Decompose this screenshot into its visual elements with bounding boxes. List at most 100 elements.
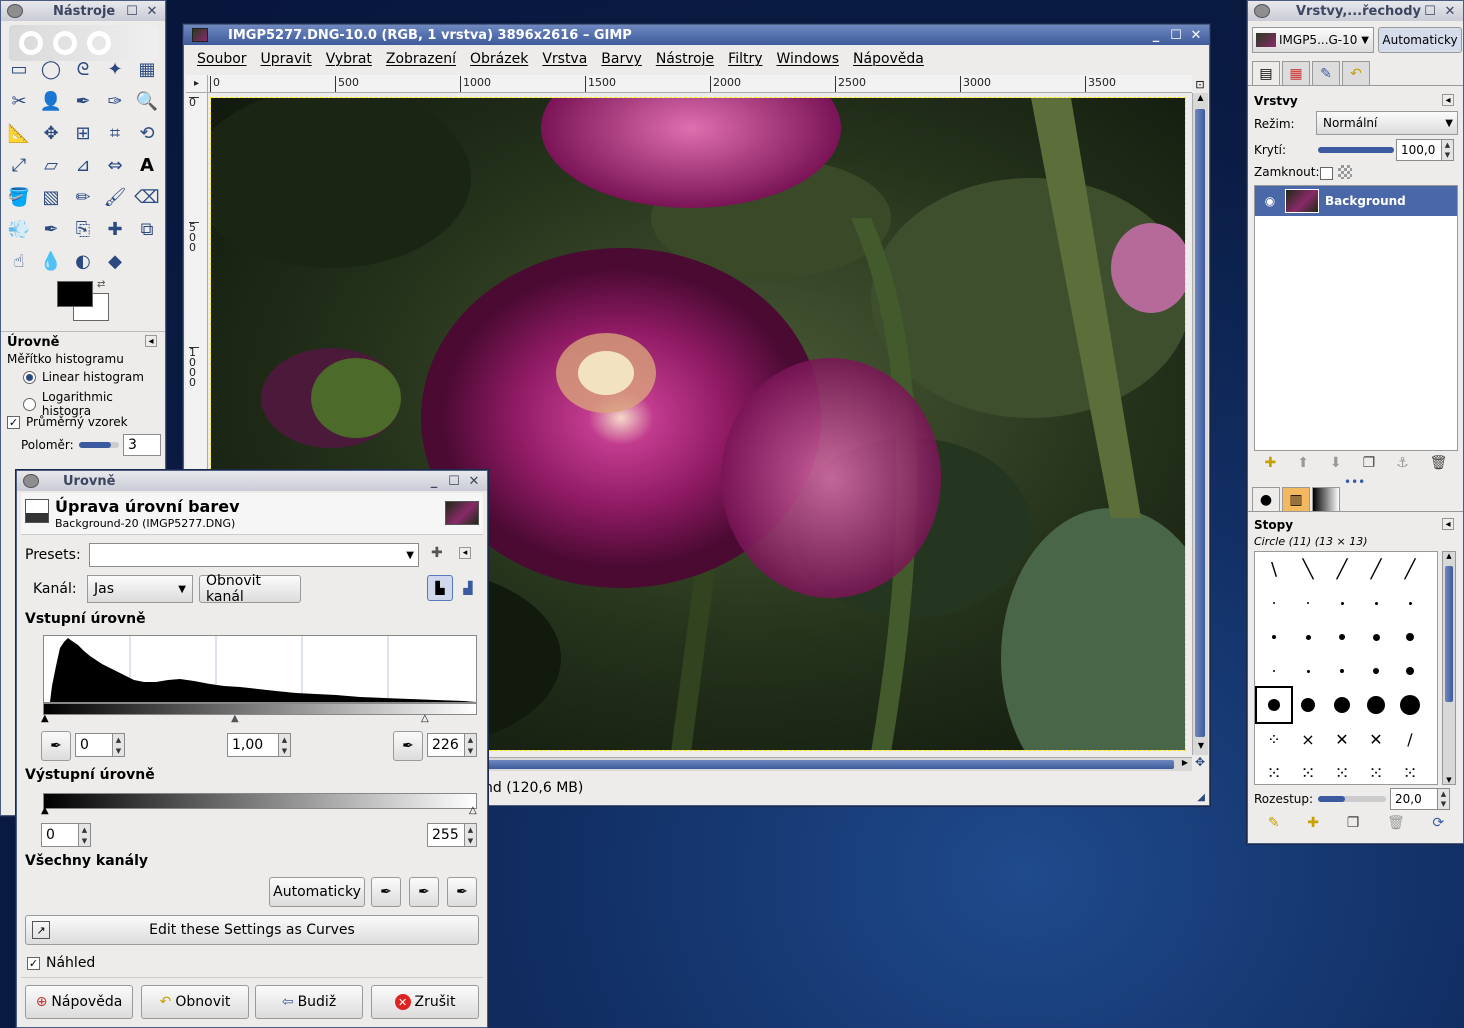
move-tool-icon[interactable]: ✥ [35,117,67,149]
configure-tab-icon[interactable]: ◂ [145,335,157,347]
layers-tab-icon[interactable]: ▤ [1252,61,1280,85]
brush-cell[interactable] [1325,654,1359,688]
brush-cell[interactable]: ∕ [1393,722,1427,756]
opacity-slider[interactable] [1318,147,1394,153]
airbrush-tool-icon[interactable]: 💨 [3,213,35,245]
measure-tool-icon[interactable]: 📐 [3,117,35,149]
rotate-tool-icon[interactable]: ⟲ [131,117,163,149]
zoom-lock-icon[interactable]: ⊡ [1192,75,1208,93]
toolbox-titlebar[interactable]: Nástroje ☐ ✕ [1,1,165,21]
perspective-tool-icon[interactable]: ⊿ [67,149,99,181]
brush-cell[interactable]: ⁙ [1325,756,1359,784]
sample-average-checkbox[interactable]: ✓ Průměrný vzorek [7,415,128,429]
input-low-spin[interactable]: 0 ▲ ▼ [75,733,125,757]
close-icon[interactable]: ✕ [1189,28,1203,42]
brush-cell[interactable]: ✕ [1359,722,1393,756]
anchor-layer-icon[interactable]: ⚓ [1396,455,1409,471]
input-high-handle-icon[interactable]: △ [421,713,429,724]
brush-cell[interactable] [1325,620,1359,654]
help-button[interactable]: ⊕ Nápověda [25,985,133,1019]
configure-tab-icon[interactable]: ◂ [1442,94,1454,106]
menu-item-2[interactable]: Vybrat [319,51,379,67]
resize-grip-icon[interactable]: ◢ [1197,792,1205,803]
add-preset-icon[interactable]: ✚ [431,545,443,561]
blur-tool-icon[interactable]: 💧 [35,245,67,277]
navigate-icon[interactable]: ✥ [1192,755,1208,771]
white-point-picker-icon[interactable]: ✒ [393,731,423,761]
image-titlebar[interactable]: IMGP5277.DNG-10.0 (RGB, 1 vrstva) 3896x2… [184,25,1209,45]
input-high-spin[interactable]: 226 ▲ ▼ [427,733,477,757]
brush-cell[interactable]: × [1291,722,1325,756]
menu-item-5[interactable]: Vrstva [535,51,594,67]
preset-menu-icon[interactable]: ◂ [459,547,471,559]
bucket-fill-tool-icon[interactable]: 🪣 [3,181,35,213]
undo-tab-icon[interactable]: ↶ [1342,61,1370,85]
eye-icon[interactable]: ◉ [1255,194,1285,208]
clone-tool-icon[interactable]: ⎘ [67,213,99,245]
brush-cell[interactable]: ╲ [1291,552,1325,586]
brush-cell[interactable] [1291,620,1325,654]
fg-color-swatch[interactable] [57,281,93,307]
align-tool-icon[interactable]: ⊞ [67,117,99,149]
duplicate-layer-icon[interactable]: ❐ [1363,455,1376,471]
brush-cell[interactable]: ⁙ [1291,756,1325,784]
brush-cell[interactable] [1359,586,1393,620]
linear-histogram-icon[interactable]: ▙ [427,575,453,601]
output-low-handle-icon[interactable]: ▲ [41,805,49,816]
ruler-corner[interactable]: ▸ [186,75,208,93]
layers-dock-titlebar[interactable]: Vrstvy,...řechody ☐ ✕ [1248,1,1463,21]
radius-input[interactable]: 3 [123,434,161,456]
ellipse-select-tool-icon[interactable]: ◯ [35,53,67,85]
text-tool-icon[interactable]: A [131,149,163,181]
brush-cell[interactable]: ⁘ [1257,722,1291,756]
mode-select[interactable]: Normální ▼ [1316,111,1458,135]
heal-tool-icon[interactable]: ✚ [99,213,131,245]
maximize-icon[interactable]: ☐ [1423,4,1437,18]
opacity-input[interactable]: 100,0 ▲ ▼ [1396,139,1454,161]
brush-cell[interactable] [1393,688,1427,722]
channels-tab-icon[interactable]: ▦ [1282,61,1310,85]
spacing-input[interactable]: 20,0 ▲ ▼ [1390,788,1450,810]
input-low-handle-icon[interactable]: ▲ [41,713,49,724]
gradients-tab-icon[interactable] [1312,487,1340,511]
raise-layer-icon[interactable]: ⬆ [1297,455,1309,471]
scale-tool-icon[interactable]: ⤢ [3,149,35,181]
brushes-tab-icon[interactable]: ● [1252,487,1280,511]
free-select-tool-icon[interactable]: ᘓ [67,53,99,85]
duplicate-brush-icon[interactable]: ❐ [1347,815,1360,831]
crop-tool-icon[interactable]: ⌗ [99,117,131,149]
close-icon[interactable]: ✕ [1443,4,1457,18]
patterns-tab-icon[interactable]: ▥ [1282,487,1310,511]
brush-cell[interactable] [1291,654,1325,688]
lock-checkbox[interactable] [1320,167,1333,180]
levels-titlebar[interactable]: Úrovně _ ☐ ✕ [17,471,487,491]
brush-cell[interactable] [1255,686,1293,724]
brush-cell[interactable] [1359,688,1393,722]
convolve-tool-icon[interactable]: ◆ [99,245,131,277]
ok-button[interactable]: ⇦ Budiž [255,985,363,1019]
vertical-scrollbar[interactable]: ▲ ▼ [1192,93,1208,755]
brush-cell[interactable]: \ [1257,552,1291,586]
smudge-tool-icon[interactable]: ☝ [3,245,35,277]
paths-tab-icon[interactable]: ✎ [1312,61,1340,85]
by-color-select-tool-icon[interactable]: ▦ [131,53,163,85]
foreground-select-tool-icon[interactable]: 👤 [35,85,67,117]
zoom-tool-icon[interactable]: 🔍 [131,85,163,117]
dodge-burn-tool-icon[interactable]: ◐ [67,245,99,277]
input-gamma-handle-icon[interactable]: ▲ [231,713,239,724]
brush-cell[interactable]: ⁙ [1257,756,1291,784]
brush-cell[interactable]: ✕ [1325,722,1359,756]
menu-item-8[interactable]: Filtry [721,51,769,67]
black-point-picker-icon[interactable]: ✒ [41,731,71,761]
layer-row[interactable]: ◉ Background [1255,186,1457,216]
brush-cell[interactable] [1291,586,1325,620]
scroll-down-icon[interactable]: ▼ [1193,741,1209,755]
fg-bg-colors[interactable]: ⇄ [57,279,113,323]
brush-cell[interactable] [1393,654,1427,688]
input-gamma-spin[interactable]: 1,00 ▲ ▼ [227,733,291,757]
menu-item-4[interactable]: Obrázek [463,51,535,67]
refresh-brushes-icon[interactable]: ⟳ [1432,815,1444,831]
minimize-icon[interactable]: _ [1149,28,1163,42]
close-icon[interactable]: ✕ [467,474,481,488]
pane-divider-icon[interactable]: ••• [1344,475,1365,489]
